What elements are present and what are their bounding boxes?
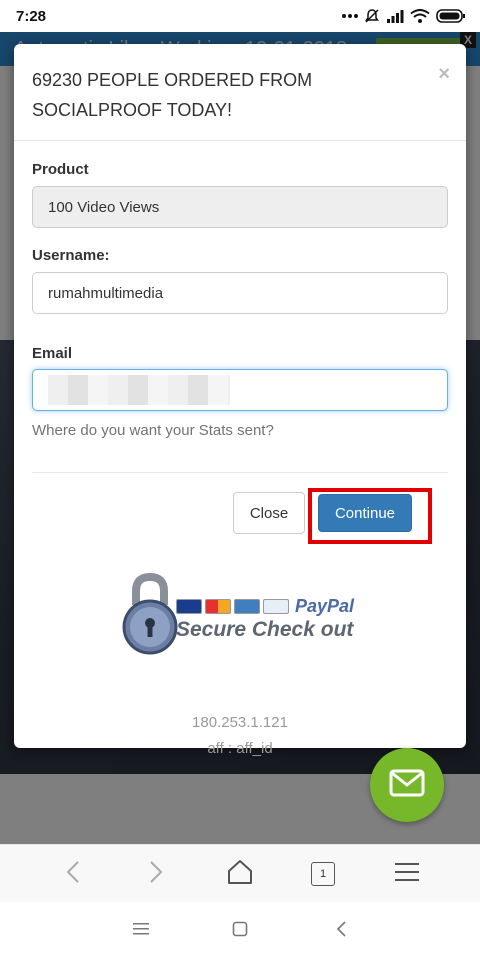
ip-address: 180.253.1.121 [192, 714, 288, 731]
home-button[interactable] [224, 858, 256, 890]
visa-card-icon [176, 599, 202, 614]
email-value-redacted [48, 375, 230, 405]
mail-button[interactable] [370, 748, 444, 822]
username-label: Username: [32, 247, 110, 264]
product-value: 100 Video Views [48, 198, 160, 216]
back-button[interactable] [57, 858, 89, 890]
username-value: rumahmultimedia [48, 284, 164, 302]
status-bar: 7:28 [0, 0, 480, 32]
back-icon [65, 860, 81, 889]
modal-header: 69230 PEOPLE ORDERED FROM SOCIALPROOF TO… [14, 44, 466, 141]
square-home-icon [232, 921, 248, 942]
system-back-button[interactable] [330, 919, 354, 943]
notifications-off-icon [364, 8, 380, 24]
continue-button[interactable]: Continue [318, 494, 412, 532]
tabs-button[interactable]: 1 [307, 858, 339, 890]
cell-signal-icon [386, 9, 404, 23]
amex-card-icon [234, 599, 260, 614]
browser-menu-button[interactable] [391, 858, 423, 890]
email-label: Email [32, 345, 73, 362]
username-field[interactable]: rumahmultimedia [32, 272, 448, 314]
menu-icon [395, 862, 419, 887]
discover-card-icon [263, 599, 289, 614]
close-button[interactable]: Close [233, 492, 305, 534]
payment-cards [176, 599, 289, 614]
order-modal: 69230 PEOPLE ORDERED FROM SOCIALPROOF TO… [14, 44, 466, 757]
wifi-icon [410, 9, 430, 23]
forward-icon [148, 860, 164, 889]
product-field: 100 Video Views [32, 186, 448, 228]
email-help-text: Where do you want your Stats sent? [32, 422, 274, 439]
recents-icon [133, 922, 149, 941]
secure-checkout-badge: PayPal Secure Check out [114, 571, 374, 657]
system-home-button[interactable] [228, 919, 252, 943]
status-time: 7:28 [16, 7, 47, 25]
tabs-icon: 1 [311, 862, 335, 886]
more-dots-icon [342, 13, 358, 19]
secure-checkout-text: Secure Check out [176, 618, 354, 641]
email-field[interactable] [32, 369, 448, 411]
form-divider [32, 472, 448, 473]
mastercard-icon [205, 599, 231, 614]
system-back-icon [336, 920, 348, 942]
padlock-icon [114, 571, 184, 660]
status-icons [342, 8, 466, 24]
mail-icon [389, 769, 425, 802]
modal-title: 69230 PEOPLE ORDERED FROM SOCIALPROOF TO… [32, 70, 313, 120]
browser-toolbar: 1 [0, 844, 480, 902]
forward-button[interactable] [140, 858, 172, 890]
paypal-brand: PayPal [295, 596, 355, 616]
home-icon [227, 859, 253, 890]
recents-button[interactable] [129, 919, 153, 943]
battery-icon [436, 9, 466, 23]
product-label: Product [32, 161, 89, 178]
modal-close-icon[interactable]: × [438, 64, 450, 84]
system-nav-bar [0, 902, 480, 960]
